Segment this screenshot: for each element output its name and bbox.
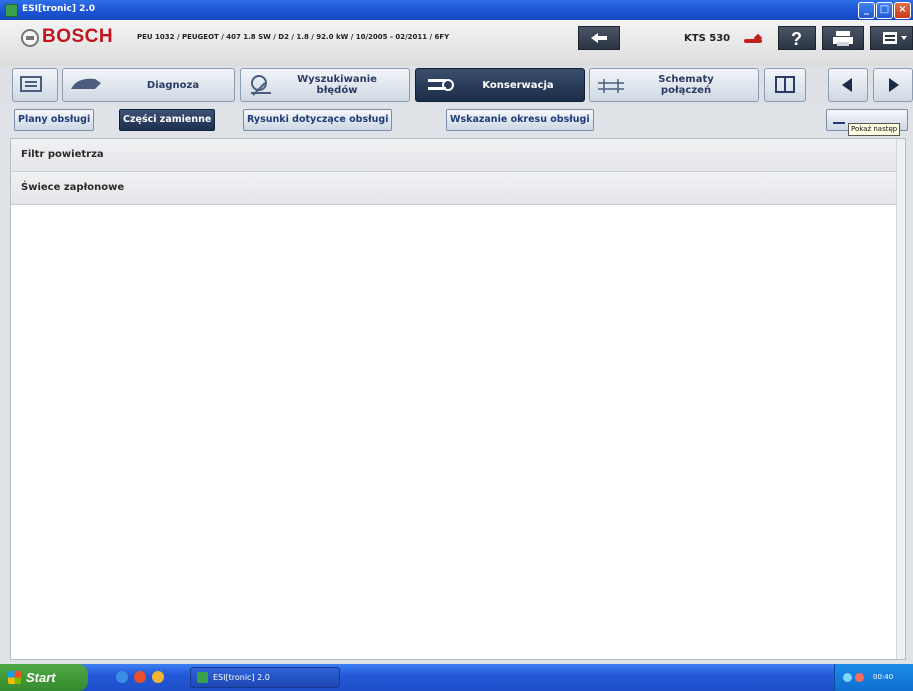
vertical-scrollbar[interactable]	[896, 139, 905, 659]
subtab-service-plans[interactable]: Plany obsługi	[14, 109, 95, 131]
tab-maintenance-label: Konserwacja	[482, 80, 554, 91]
print-button[interactable]	[822, 26, 864, 50]
engine-icon	[71, 78, 101, 89]
start-button[interactable]: Start	[0, 664, 88, 691]
taskbar-window-label: ESI[tronic] 2.0	[213, 673, 270, 682]
tab-fault-search-label-line2: błędów	[316, 85, 358, 96]
printer-icon	[833, 31, 853, 46]
help-button[interactable]: ?	[778, 26, 816, 50]
bosch-logo-icon	[21, 29, 39, 47]
maintenance-icon	[428, 79, 454, 91]
tab-wiring-diagrams[interactable]: Schematy połączeń	[589, 68, 759, 102]
maximize-button[interactable]: □	[876, 2, 893, 19]
browser-icon[interactable]	[116, 671, 128, 683]
taskbar-window-item[interactable]: ESI[tronic] 2.0	[190, 667, 340, 688]
book-icon	[775, 76, 795, 93]
subtab-service-drawings[interactable]: Rysunki dotyczące obsługi	[243, 109, 393, 131]
previous-button[interactable]	[828, 68, 868, 102]
svg-text:?: ?	[791, 29, 802, 49]
list-item[interactable]: Świece zapłonowe	[11, 172, 905, 205]
fault-search-icon	[251, 75, 271, 96]
window-title: ESI[tronic] 2.0	[22, 4, 96, 14]
tab-diagnosis[interactable]: Diagnoza	[62, 68, 235, 102]
minimize-button[interactable]: _	[858, 2, 875, 19]
close-button[interactable]: ×	[894, 2, 911, 19]
car-icon	[20, 76, 42, 92]
tab-fault-search[interactable]: Wyszukiwanie błędów	[240, 68, 410, 102]
system-tray: 00:40	[834, 664, 913, 691]
tab-maintenance[interactable]: Konserwacja	[415, 68, 585, 102]
next-button[interactable]	[873, 68, 913, 102]
media-icon[interactable]	[134, 671, 146, 683]
folder-icon[interactable]	[152, 671, 164, 683]
taskbar: Start ESI[tronic] 2.0 00:40	[0, 664, 913, 691]
subtab-service-interval[interactable]: Wskazanie okresu obsługi	[446, 109, 594, 131]
vehicle-info: PEU 1032 / PEUGEOT / 407 1.8 SW / D2 / 1…	[137, 33, 450, 41]
app-icon	[5, 4, 18, 17]
clock: 00:40	[873, 673, 894, 681]
windows-logo-icon	[8, 671, 21, 684]
start-label: Start	[26, 670, 56, 685]
help-icon: ?	[791, 29, 802, 49]
subtab-spare-parts[interactable]: Części zamienne	[119, 109, 216, 131]
back-button[interactable]	[578, 26, 620, 50]
arrow-left-icon	[842, 78, 852, 92]
menu-icon	[883, 32, 907, 44]
app-header: BOSCH PEU 1032 / PEUGEOT / 407 1.8 SW / …	[0, 20, 913, 66]
spare-parts-list: Filtr powietrza Świece zapłonowe	[10, 138, 906, 660]
menu-button[interactable]	[870, 26, 913, 50]
main-navigation: Diagnoza Wyszukiwanie błędów Konserwacja…	[0, 66, 913, 104]
tab-diagnosis-label: Diagnoza	[146, 80, 200, 91]
wiring-icon	[598, 79, 624, 93]
tab-fault-search-label-line1: Wyszukiwanie	[297, 74, 377, 85]
list-item[interactable]: Filtr powietrza	[11, 139, 905, 172]
usb-connection-icon	[744, 39, 762, 43]
tooltip: Pokaż następ	[848, 123, 901, 136]
security-icon[interactable]	[855, 673, 864, 682]
back-arrow-icon	[591, 33, 607, 43]
sub-navigation: Plany obsługi Części zamienne Rysunki do…	[0, 104, 913, 136]
window-titlebar: ESI[tronic] 2.0 _ □ ×	[0, 0, 913, 20]
tab-wiring-label-line2: połączeń	[660, 85, 712, 96]
brand-logo: BOSCH	[42, 26, 114, 47]
device-label: KTS 530	[684, 33, 731, 44]
network-icon[interactable]	[843, 673, 852, 682]
manual-button[interactable]	[764, 68, 806, 102]
tab-wiring-label-line1: Schematy	[658, 74, 714, 85]
nav-vehicle-selection[interactable]	[12, 68, 58, 102]
app-icon	[197, 672, 208, 683]
arrow-right-icon	[889, 78, 899, 92]
